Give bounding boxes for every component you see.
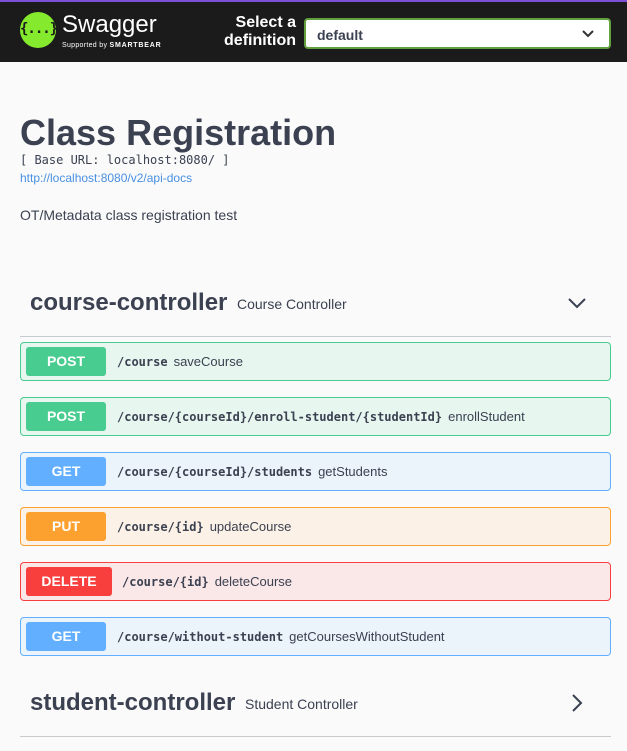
operation-summary: getCoursesWithoutStudent [289,629,445,644]
operation-path: /course/{courseId}/enroll-student/{stude… [117,410,443,424]
method-badge: POST [26,347,106,376]
method-badge: GET [26,457,106,486]
api-docs-link[interactable]: http://localhost:8080/v2/api-docs [20,171,192,185]
chevron-down-icon [582,30,594,38]
operation-path: /course/{id} [117,520,204,534]
select-definition-label: Select a definition [224,14,296,49]
tag-description: Course Controller [237,296,347,312]
operation-summary: updateCourse [209,519,292,534]
operation-post-enroll-student[interactable]: POST /course/{courseId}/enroll-student/{… [20,397,611,436]
tag-description: Student Controller [245,696,358,712]
operation-summary: saveCourse [173,354,243,369]
definition-value: default [317,27,363,43]
chevron-down-icon[interactable] [565,291,589,315]
chevron-right-icon[interactable] [565,691,589,715]
tag-student-controller[interactable]: student-controller Student Controller [20,681,611,737]
api-description: OT/Metadata class registration test [20,207,238,223]
tag-name: course-controller [30,289,228,316]
operation-path: /course/without-student [117,630,284,644]
operation-path: /course [117,355,168,369]
operation-get-students[interactable]: GET /course/{courseId}/students getStuden… [20,452,611,491]
brand-sub-company: SMARTBEAR [109,42,162,49]
method-badge: DELETE [26,567,112,596]
base-url: [ Base URL: localhost:8080/ ] [20,153,230,167]
topbar: {...} Swagger Supported by SMARTBEAR Sel… [0,0,627,62]
definition-select[interactable]: default [304,18,611,49]
operation-path: /course/{id} [122,575,209,589]
logo-glyph: {...} [20,21,58,37]
operation-summary: getStudents [318,464,388,479]
brand-name[interactable]: Swagger [62,13,157,37]
operation-path: /course/{courseId}/students [117,465,313,479]
brand-subtitle: Supported by SMARTBEAR [62,42,161,49]
operation-post-course[interactable]: POST /course saveCourse [20,342,611,381]
page-title: Class Registration [20,112,337,153]
method-badge: GET [26,622,106,651]
operation-summary: enrollStudent [448,409,525,424]
tag-name: student-controller [30,689,236,716]
operation-summary: deleteCourse [214,574,293,589]
operation-put-course[interactable]: PUT /course/{id} updateCourse [20,507,611,546]
operation-get-courses-without-student[interactable]: GET /course/without-student getCoursesWit… [20,617,611,656]
method-badge: POST [26,402,106,431]
method-badge: PUT [26,512,106,541]
tag-course-controller[interactable]: course-controller Course Controller [20,281,611,337]
brand-sub-prefix: Supported by [62,42,108,49]
swagger-logo-icon[interactable]: {...} [20,12,58,48]
operation-delete-course[interactable]: DELETE /course/{id} deleteCourse [20,562,611,601]
